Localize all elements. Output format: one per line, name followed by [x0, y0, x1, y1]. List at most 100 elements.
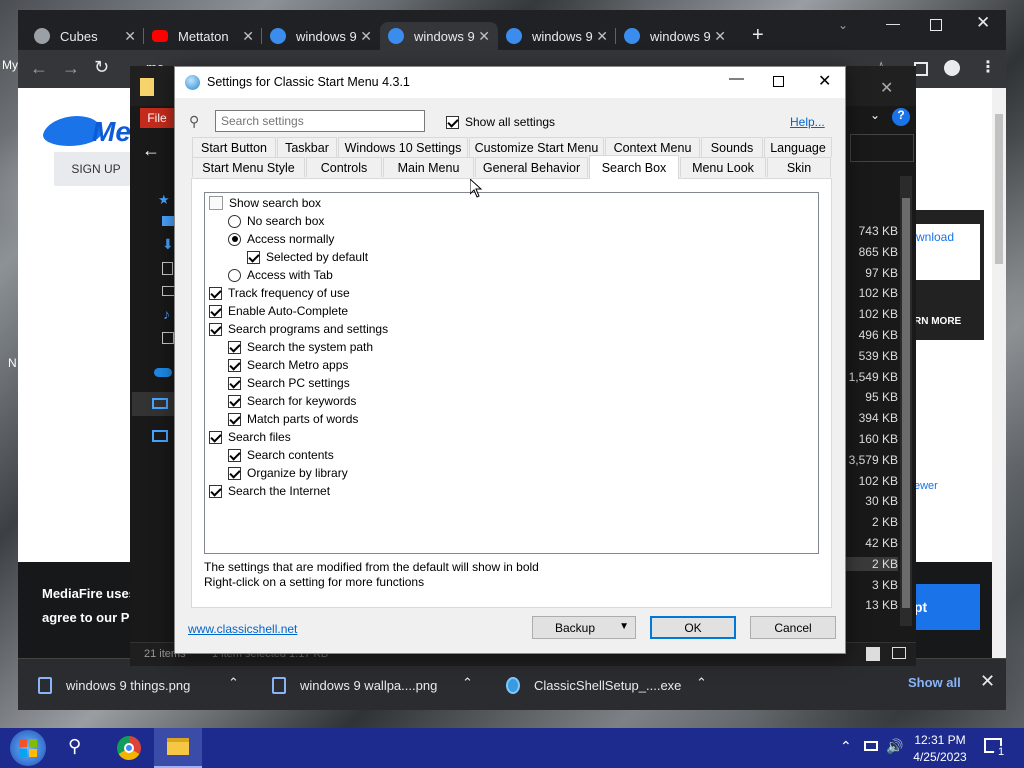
ok-button[interactable]: OK — [650, 616, 736, 639]
clock-time[interactable]: 12:31 PM — [913, 733, 967, 747]
documents-folder-icon[interactable] — [162, 262, 173, 275]
setting-enable-auto-complete[interactable]: Enable Auto-Complete — [209, 302, 348, 320]
setting-search-contents[interactable]: Search contents — [228, 446, 334, 464]
close-tab-icon[interactable]: ✕ — [124, 28, 136, 45]
download-options-icon[interactable]: ⌃ — [228, 675, 239, 691]
minimize-icon[interactable]: — — [886, 15, 900, 31]
download-item[interactable]: ClassicShellSetup_....exe ⌃ — [506, 671, 726, 699]
file-size[interactable]: 743 KB — [859, 224, 898, 238]
setting-access-with-tab[interactable]: Access with Tab — [228, 266, 333, 284]
setting-selected-by-default[interactable]: Selected by default — [247, 248, 368, 266]
tab-windows-10-settings[interactable]: Windows 10 Settings — [338, 137, 468, 157]
close-icon[interactable]: ✕ — [818, 71, 831, 91]
start-button[interactable] — [6, 728, 48, 768]
file-size[interactable]: 102 KB — [859, 286, 898, 300]
setting-show-search-box[interactable]: Show search box — [209, 194, 321, 212]
new-tab-button[interactable]: + — [752, 24, 764, 47]
file-size[interactable]: 394 KB — [859, 411, 898, 425]
file-size[interactable]: 3,579 KB — [849, 453, 898, 467]
setting-match-parts-of-words[interactable]: Match parts of words — [228, 410, 358, 428]
tab-search-icon[interactable]: ⌄ — [838, 18, 848, 32]
maximize-icon[interactable] — [930, 19, 942, 31]
file-size[interactable]: 2 KB — [842, 556, 898, 571]
forward-icon[interactable]: → — [62, 58, 80, 79]
tab-6[interactable]: windows 9 ✕ — [616, 22, 734, 50]
setting-search-pc-settings[interactable]: Search PC settings — [228, 374, 350, 392]
file-ribbon-tab[interactable]: File — [140, 108, 174, 128]
help-link[interactable]: Help... — [790, 115, 825, 129]
setting-search-for-keywords[interactable]: Search for keywords — [228, 392, 356, 410]
file-size[interactable]: 865 KB — [859, 245, 898, 259]
clock-date[interactable]: 4/25/2023 — [911, 750, 969, 764]
download-options-icon[interactable]: ⌃ — [696, 675, 707, 691]
backup-button[interactable]: Backup ▼ — [532, 616, 636, 639]
tab-controls[interactable]: Controls — [306, 157, 382, 177]
menu-icon[interactable]: ⋮ — [980, 57, 996, 77]
tab-main-menu[interactable]: Main Menu — [383, 157, 474, 177]
file-size[interactable]: 1,549 KB — [849, 370, 898, 384]
close-tab-icon[interactable]: ✕ — [360, 28, 372, 45]
setting-search-metro-apps[interactable]: Search Metro apps — [228, 356, 348, 374]
setting-organize-by-library[interactable]: Organize by library — [228, 464, 348, 482]
scrollbar-thumb[interactable] — [902, 198, 910, 608]
minimize-icon[interactable]: — — [729, 70, 744, 87]
videos-folder-icon[interactable] — [162, 332, 174, 344]
tab-4[interactable]: windows 9 ✕ — [380, 22, 498, 50]
close-icon[interactable]: ✕ — [880, 78, 893, 98]
show-all-settings-checkbox[interactable]: Show all settings — [446, 113, 555, 131]
setting-no-search-box[interactable]: No search box — [228, 212, 324, 230]
download-link[interactable]: wnload — [916, 224, 980, 280]
tab-search-box[interactable]: Search Box — [589, 155, 679, 179]
network-tray-icon[interactable] — [864, 741, 878, 751]
onedrive-icon[interactable] — [154, 368, 172, 377]
close-tab-icon[interactable]: ✕ — [478, 28, 490, 45]
close-tab-icon[interactable]: ✕ — [596, 28, 608, 45]
search-icon[interactable]: ⚲ — [68, 736, 81, 757]
setting-search-the-internet[interactable]: Search the Internet — [209, 482, 330, 500]
file-size[interactable]: 2 KB — [872, 515, 898, 529]
file-size[interactable]: 42 KB — [865, 536, 898, 550]
setting-access-normally[interactable]: Access normally — [228, 230, 334, 248]
quick-access-icon[interactable]: ★ — [158, 192, 170, 208]
file-size[interactable]: 95 KB — [865, 390, 898, 404]
ribbon-expand-icon[interactable]: ⌄ — [870, 108, 880, 122]
scrollbar-thumb[interactable] — [995, 114, 1003, 264]
music-folder-icon[interactable]: ♪ — [163, 306, 170, 322]
tab-sounds[interactable]: Sounds — [701, 137, 763, 157]
back-icon[interactable]: ← — [30, 58, 48, 79]
classicshell-link[interactable]: www.classicshell.net — [188, 622, 297, 636]
file-size[interactable]: 496 KB — [859, 328, 898, 342]
tab-menu-look[interactable]: Menu Look — [680, 157, 766, 177]
download-item[interactable]: windows 9 wallpa....png ⌃ — [272, 671, 492, 699]
file-size[interactable]: 539 KB — [859, 349, 898, 363]
profile-icon[interactable] — [944, 60, 960, 76]
tab-1[interactable]: Cubes ✕ — [26, 22, 144, 50]
tab-taskbar[interactable]: Taskbar — [277, 137, 337, 157]
tab-3[interactable]: windows 9 ✕ — [262, 22, 380, 50]
close-icon[interactable]: ✕ — [976, 13, 990, 33]
setting-search-programs-and-settings[interactable]: Search programs and settings — [209, 320, 388, 338]
details-view-icon[interactable] — [866, 647, 880, 661]
accept-button[interactable]: pt — [914, 584, 980, 630]
side-panel-icon[interactable] — [914, 62, 928, 76]
tiles-view-icon[interactable] — [892, 647, 906, 659]
show-all-downloads-link[interactable]: Show all — [908, 675, 961, 690]
file-size[interactable]: 160 KB — [859, 432, 898, 446]
tab-context-menu[interactable]: Context Menu — [605, 137, 700, 157]
viewer-link[interactable]: ewer — [914, 480, 938, 492]
help-icon[interactable]: ? — [892, 108, 910, 126]
tab-2[interactable]: Mettaton ✕ — [144, 22, 262, 50]
explorer-search-box[interactable] — [850, 134, 914, 162]
download-item[interactable]: windows 9 things.png ⌃ — [38, 671, 258, 699]
tab-general-behavior[interactable]: General Behavior — [475, 157, 588, 177]
file-size[interactable]: 13 KB — [865, 598, 898, 612]
file-size[interactable]: 102 KB — [859, 474, 898, 488]
sign-up-button[interactable]: SIGN UP — [54, 152, 138, 186]
this-pc-selected[interactable] — [132, 392, 180, 416]
setting-search-files[interactable]: Search files — [209, 428, 291, 446]
back-icon[interactable]: ← — [142, 140, 160, 161]
downloads-folder-icon[interactable]: ⬇ — [162, 236, 174, 253]
download-options-icon[interactable]: ⌃ — [462, 675, 473, 691]
tab-start-button[interactable]: Start Button — [192, 137, 276, 157]
explorer-scrollbar[interactable] — [900, 176, 912, 626]
